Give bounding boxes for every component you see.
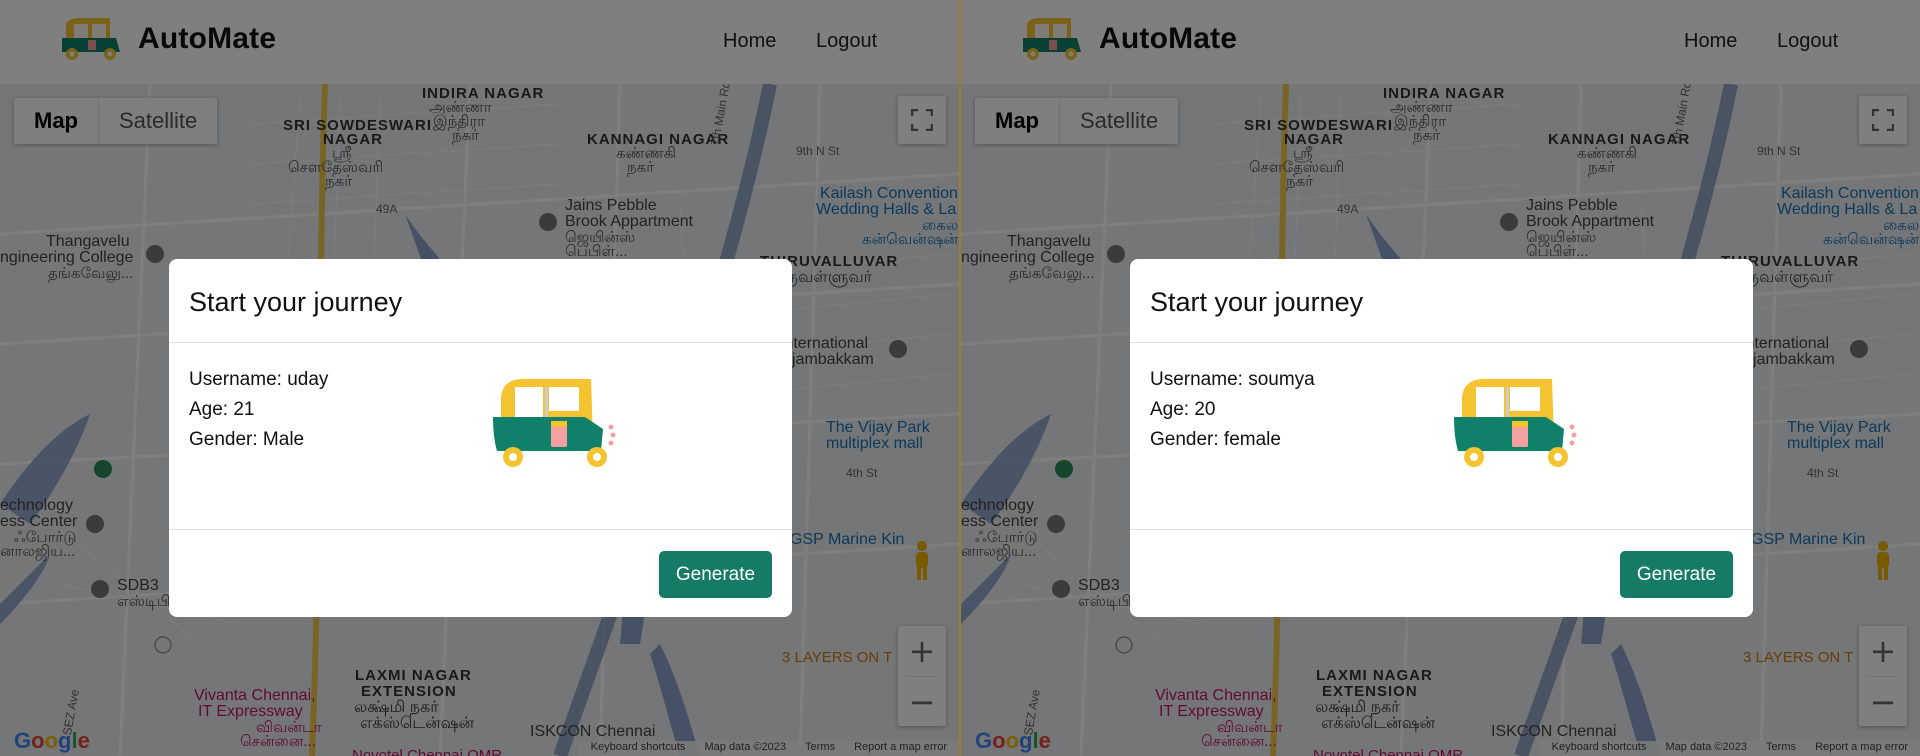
- modal-footer-divider: [169, 529, 792, 530]
- auto-rickshaw-icon: [1454, 379, 1577, 467]
- modal-title: Start your journey: [189, 287, 403, 317]
- modal-title: Start your journey: [1150, 287, 1364, 317]
- journey-modal: Start your journey Username: soumya Age:…: [1130, 259, 1753, 617]
- modal-header-divider: [1130, 342, 1753, 343]
- generate-button[interactable]: Generate: [1620, 551, 1733, 598]
- username-text: Username: uday: [189, 369, 329, 390]
- browser-panel-right: AutoMate Home Logout: [961, 0, 1920, 756]
- journey-modal: Start your journey Username: uday Age: 2…: [169, 259, 792, 617]
- auto-rickshaw-icon: [493, 379, 616, 467]
- generate-button[interactable]: Generate: [659, 551, 772, 598]
- age-text: Age: 21: [189, 399, 255, 420]
- modal-footer-divider: [1130, 529, 1753, 530]
- gender-text: Gender: female: [1150, 429, 1281, 450]
- modal-header-divider: [169, 342, 792, 343]
- user-info: Username: uday Age: 21 Gender: Male: [189, 365, 328, 455]
- user-info: Username: soumya Age: 20 Gender: female: [1150, 365, 1315, 455]
- gender-text: Gender: Male: [189, 429, 305, 450]
- username-text: Username: soumya: [1150, 369, 1315, 390]
- browser-panel-left: AutoMate Home Logout: [0, 0, 959, 756]
- age-text: Age: 20: [1150, 399, 1216, 420]
